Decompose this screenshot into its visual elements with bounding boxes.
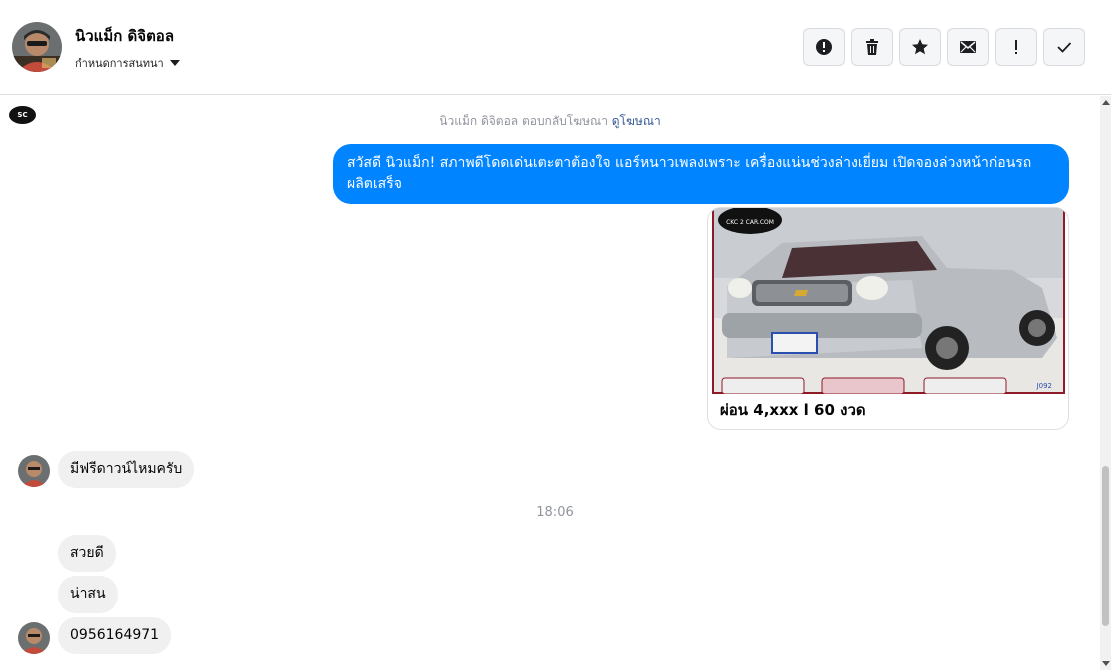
- incoming-message: น่าสน: [58, 576, 118, 613]
- scroll-thumb[interactable]: [1102, 466, 1109, 626]
- conversation-schedule-dropdown[interactable]: กำหนดการสนทนา: [75, 54, 180, 72]
- incoming-message: สวยดี: [58, 535, 116, 572]
- exclamation-icon: [1015, 40, 1017, 54]
- view-ad-link[interactable]: ดูโฆษณา: [612, 114, 661, 128]
- car-photo: CKC 2 CAR.COM J092: [712, 208, 1065, 394]
- card-brand: CKC 2 CAR.COM: [726, 219, 774, 226]
- outgoing-message: สวัสดี นิวแม็ก! สภาพดีโดดเด่นเตะตาต้องใจ…: [333, 144, 1069, 204]
- star-icon: [912, 39, 928, 55]
- scroll-up-arrow-icon[interactable]: [1102, 100, 1110, 105]
- incoming-message: 0956164971: [58, 617, 172, 654]
- mark-unread-button[interactable]: [947, 28, 989, 66]
- header-actions: [803, 28, 1085, 66]
- contact-name: นิวแม็ก ดิจิตอล: [75, 27, 175, 45]
- report-icon: [816, 39, 832, 55]
- ad-card[interactable]: CKC 2 CAR.COM J092 ผ่อน 4,xxx l 60 งวด: [707, 207, 1069, 430]
- spam-button[interactable]: [995, 28, 1037, 66]
- delete-button[interactable]: [851, 28, 893, 66]
- scrollbar[interactable]: [1100, 96, 1111, 670]
- message-thread: SC นิวแม็ก ดิจิตอล ตอบกลับโฆษณา ดูโฆษณา …: [0, 96, 1100, 670]
- ad-reply-text: นิวแม็ก ดิจิตอล ตอบกลับโฆษณา: [439, 114, 608, 128]
- caret-down-icon: [169, 60, 180, 66]
- ad-card-caption: ผ่อน 4,xxx l 60 งวด: [720, 401, 866, 419]
- incoming-message: มีฟรีดาวน์ไหมครับ: [58, 451, 195, 488]
- trash-icon: [866, 39, 878, 55]
- scroll-down-arrow-icon[interactable]: [1102, 661, 1110, 666]
- card-code: J092: [1036, 382, 1052, 390]
- report-button[interactable]: [803, 28, 845, 66]
- check-icon: [1057, 42, 1072, 53]
- envelope-icon: [960, 41, 976, 53]
- conversation-schedule-label: กำหนดการสนทนา: [75, 57, 164, 70]
- avatar: [18, 622, 50, 654]
- conversation-header: นิวแม็ก ดิจิตอล กำหนดการสนทนา: [0, 0, 1111, 95]
- avatar[interactable]: [12, 22, 62, 72]
- avatar: [18, 455, 50, 487]
- message-timestamp: 18:06: [536, 505, 574, 520]
- mark-done-button[interactable]: [1043, 28, 1085, 66]
- ad-reply-notice: นิวแม็ก ดิจิตอล ตอบกลับโฆษณา ดูโฆษณา: [0, 112, 1100, 131]
- star-button[interactable]: [899, 28, 941, 66]
